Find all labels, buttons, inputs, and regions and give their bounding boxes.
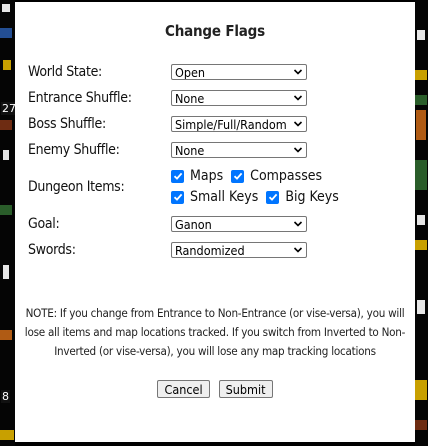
map-tile [0,330,12,340]
background-right-strip [415,0,428,446]
cancel-button[interactable]: Cancel [157,380,210,398]
compasses-label[interactable]: Compasses [250,168,322,184]
background-left-strip: 27 8 [0,0,17,446]
big-keys-checkbox[interactable] [266,190,280,204]
small-keys-checkbox[interactable] [171,190,184,204]
enemy-shuffle-row: Enemy Shuffle: None [28,142,408,158]
map-tile [415,240,427,250]
enemy-shuffle-label: Enemy Shuffle: [28,142,120,158]
map-tile [0,120,12,130]
map-tile [417,30,425,40]
check-icon [173,193,182,201]
chevron-down-icon [293,147,303,153]
map-tile [415,420,427,430]
enemy-shuffle-value: None [175,142,205,158]
map-counter: 8 [1,390,10,403]
world-state-value: Open [175,64,206,80]
chevron-down-icon [293,121,303,127]
map-tile [415,380,427,400]
map-tile [0,430,14,440]
dungeon-items-line-1: Maps Compasses [171,168,339,184]
dungeon-items-checkboxes: Maps Compasses Small Keys Big Keys [171,168,339,205]
map-tile [416,110,426,140]
map-tile [417,300,425,314]
map-tile [415,70,427,80]
swords-row: Swords: Randomized [28,242,408,258]
boss-shuffle-row: Boss Shuffle: Simple/Full/Random [28,116,408,132]
chevron-down-icon [293,221,303,227]
maps-label[interactable]: Maps [190,168,223,184]
boss-shuffle-value: Simple/Full/Random [175,116,287,132]
enemy-shuffle-select[interactable]: None [171,142,307,158]
dialog-title: Change Flags [165,22,265,40]
world-state-select[interactable]: Open [171,64,307,80]
check-icon [173,172,182,180]
goal-value: Ganon [175,216,212,232]
check-icon [233,172,242,180]
swords-label: Swords: [28,242,76,258]
map-tile [3,60,11,70]
dungeon-items-line-2: Small Keys Big Keys [171,189,339,205]
entrance-shuffle-value: None [175,90,205,106]
map-tile [0,205,12,215]
goal-select[interactable]: Ganon [171,216,307,232]
map-tile [415,95,427,105]
map-tile [417,215,425,225]
chevron-down-icon [293,69,303,75]
swords-select[interactable]: Randomized [171,242,307,258]
maps-checkbox[interactable] [171,169,184,183]
dialog-buttons: Cancel Submit [15,380,415,398]
submit-button[interactable]: Submit [218,380,273,398]
world-state-row: World State: Open [28,64,408,80]
map-tile [3,150,9,160]
entrance-shuffle-select[interactable]: None [171,90,307,106]
map-tile [3,265,9,279]
entrance-shuffle-label: Entrance Shuffle: [28,90,132,106]
chevron-down-icon [293,247,303,253]
goal-label: Goal: [28,216,60,232]
big-keys-label[interactable]: Big Keys [285,189,338,205]
change-flags-dialog: Change Flags World State: Open Entrance … [15,2,415,442]
entrance-shuffle-row: Entrance Shuffle: None [28,90,408,106]
map-tile [0,28,12,38]
check-icon [268,193,278,201]
world-state-label: World State: [28,64,102,80]
map-tile [415,160,427,190]
boss-shuffle-label: Boss Shuffle: [28,116,106,132]
small-keys-label[interactable]: Small Keys [190,189,258,205]
warning-note: NOTE: If you change from Entrance to Non… [24,306,406,358]
dungeon-items-row: Dungeon Items: Maps Compasses Small Keys [28,168,408,205]
compasses-checkbox[interactable] [231,169,245,183]
swords-value: Randomized [175,242,245,258]
goal-row: Goal: Ganon [28,216,408,232]
chevron-down-icon [293,95,303,101]
dungeon-items-label: Dungeon Items: [28,178,125,195]
map-tile [2,4,10,12]
boss-shuffle-select[interactable]: Simple/Full/Random [171,116,307,132]
